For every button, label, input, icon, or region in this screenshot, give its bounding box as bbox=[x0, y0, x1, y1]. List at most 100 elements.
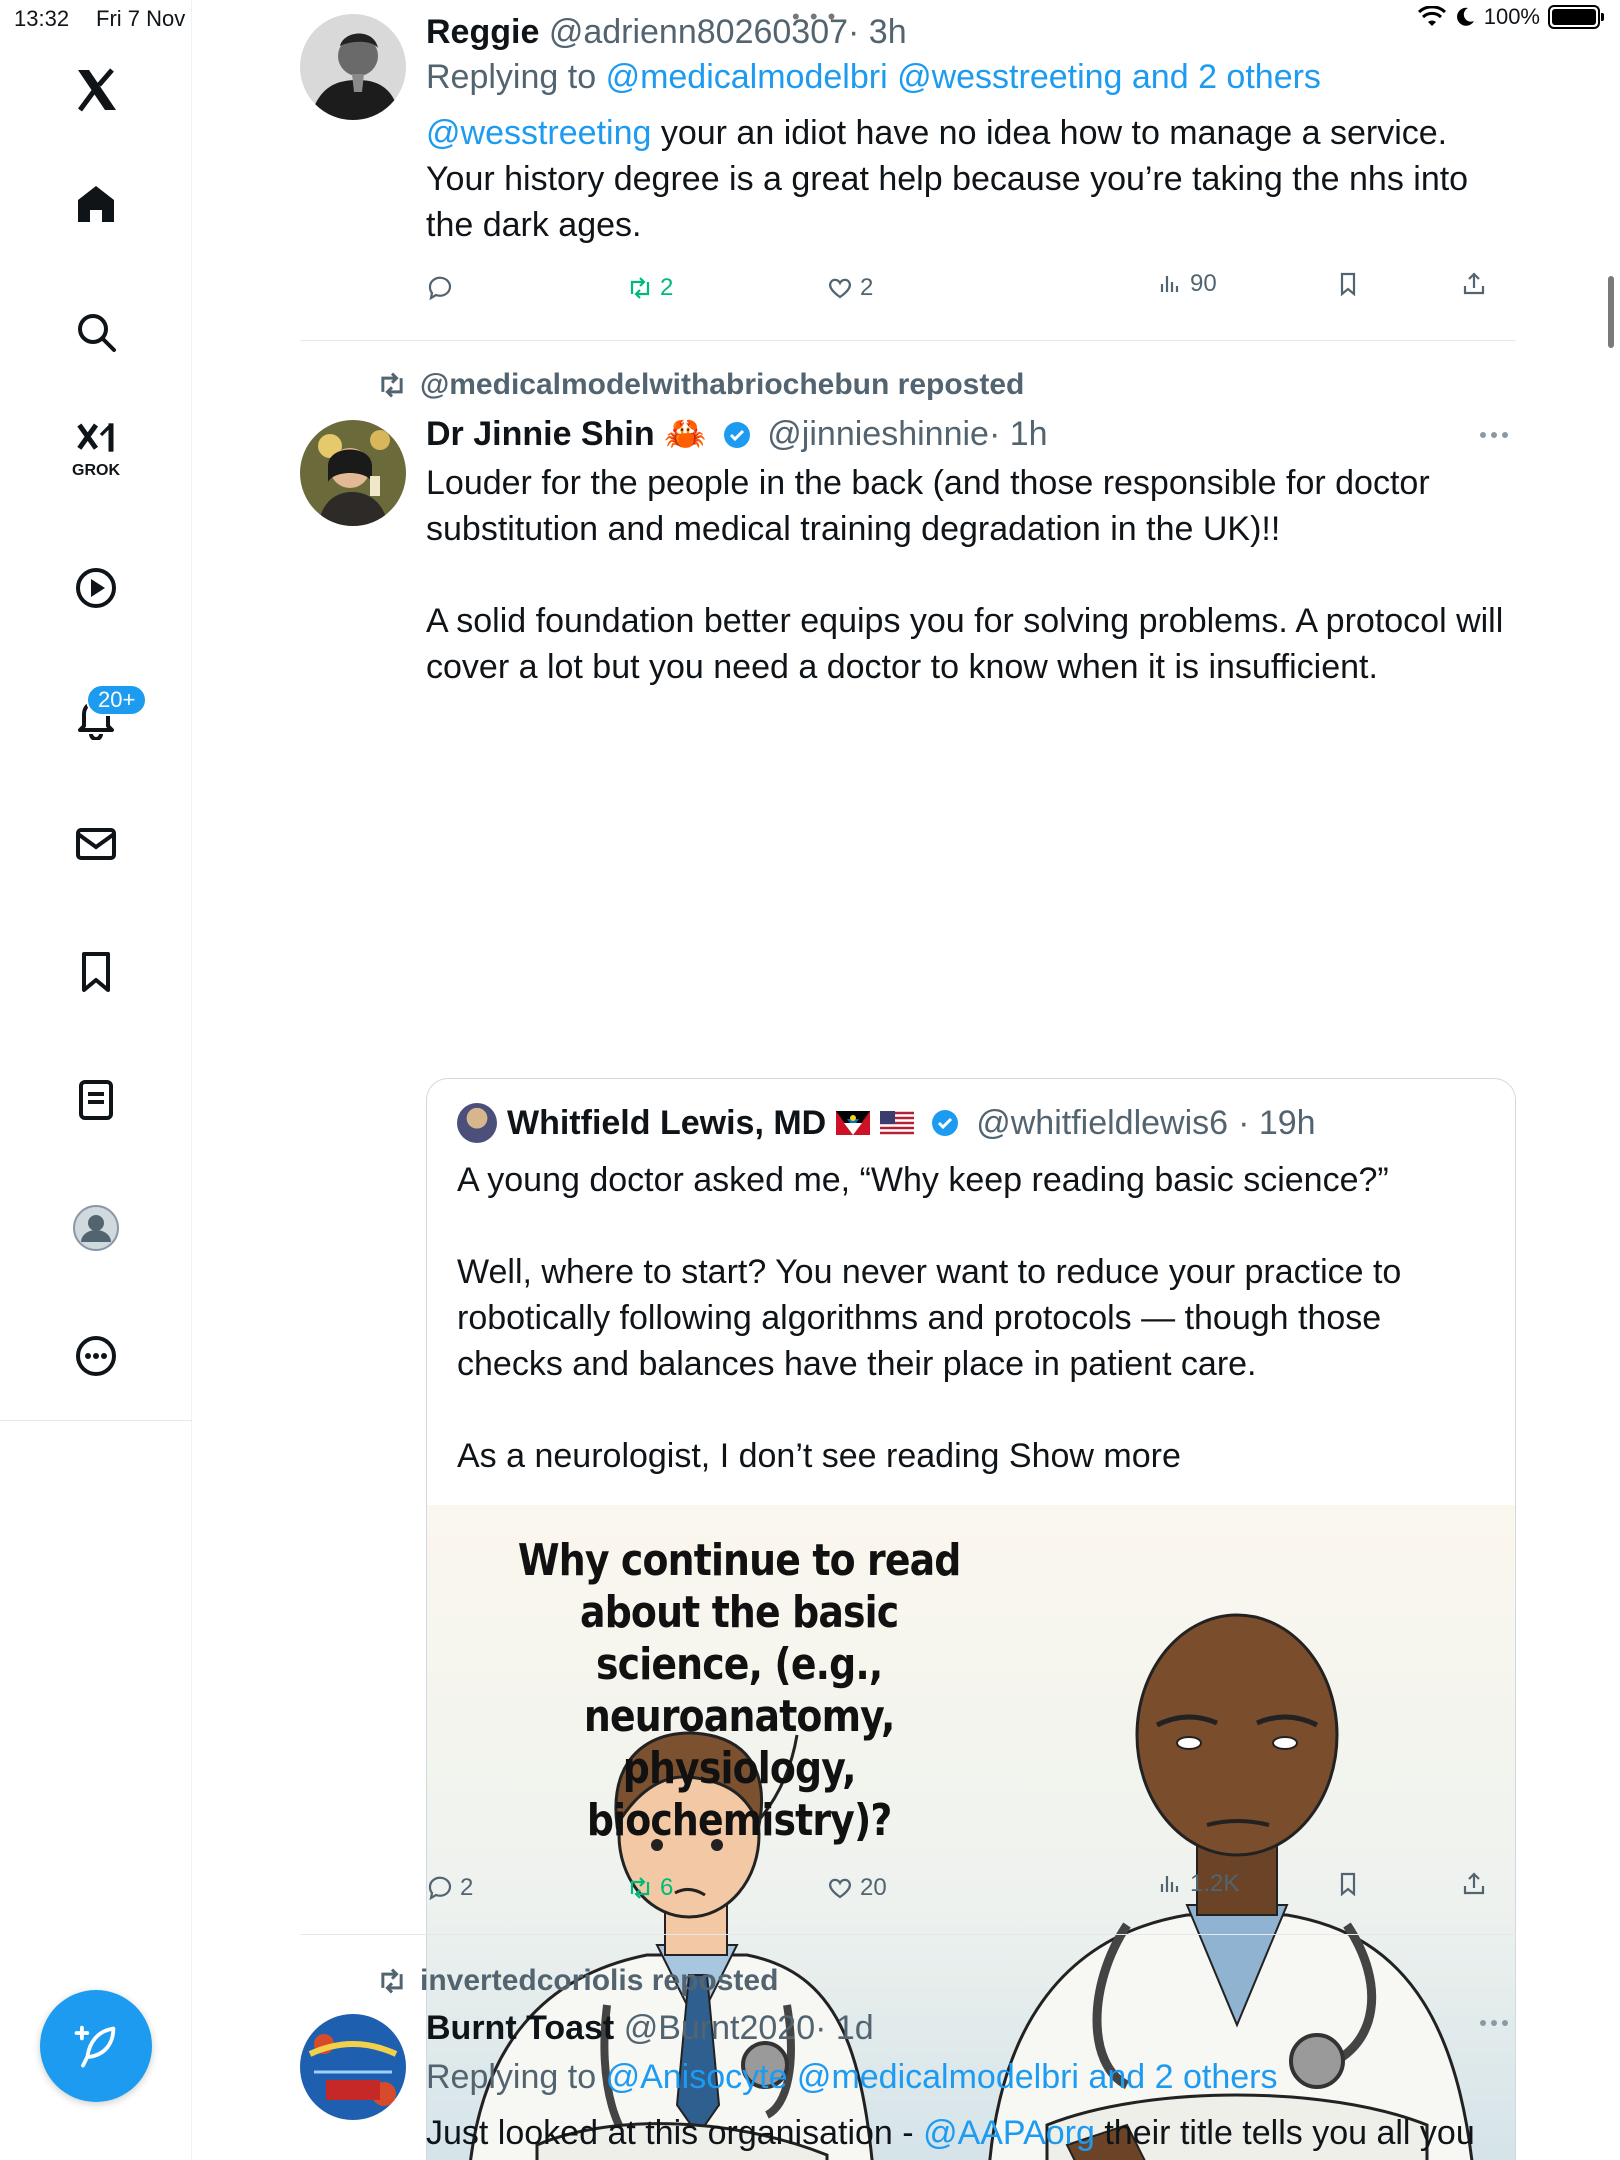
author-name[interactable]: Dr Jinnie Shin bbox=[426, 415, 655, 453]
grok-label: GROK bbox=[72, 462, 120, 479]
reply-icon bbox=[428, 276, 452, 301]
author-name[interactable]: Reggie bbox=[426, 13, 539, 51]
scrollbar[interactable] bbox=[1608, 276, 1614, 348]
share-button[interactable] bbox=[1460, 1870, 1488, 1898]
home-icon[interactable] bbox=[60, 168, 132, 240]
avatar[interactable] bbox=[300, 14, 406, 120]
tweet-text-body: Just looked at this organisation - bbox=[426, 2114, 924, 2152]
heart-icon bbox=[829, 278, 851, 299]
reposted-by-label[interactable]: @medicalmodelwithabriochebun reposted bbox=[420, 368, 1024, 402]
like-count: 2 bbox=[860, 274, 874, 301]
tweet-actions: 2 6 20 1.2K bbox=[426, 1870, 1516, 1914]
views-icon bbox=[1160, 276, 1179, 292]
bookmark-button[interactable] bbox=[1334, 270, 1362, 298]
tweet-time[interactable]: · 3h bbox=[848, 13, 907, 51]
quoted-author-name[interactable]: Whitfield Lewis, MD bbox=[507, 1101, 826, 1145]
tweet-text: Just looked at this organisation - @AAPA… bbox=[426, 2110, 1516, 2156]
quoted-paragraph-text: As a neurologist, I don’t see reading bbox=[457, 1437, 1009, 1475]
usa-flag-icon bbox=[880, 1111, 915, 1135]
quoted-paragraph-last: As a neurologist, I don’t see reading Sh… bbox=[457, 1433, 1487, 1479]
reply-button[interactable]: 2 bbox=[426, 1874, 473, 1902]
repost-count: 6 bbox=[660, 1874, 674, 1901]
mention-link[interactable]: @wesstreeting bbox=[426, 114, 651, 152]
replying-to-label: Replying to bbox=[426, 58, 597, 96]
author-handle[interactable]: @adrienn80260307 bbox=[549, 13, 848, 51]
compose-icon bbox=[74, 2025, 116, 2068]
mail-icon[interactable] bbox=[60, 808, 132, 880]
battery-icon bbox=[1548, 5, 1604, 29]
bookmark-icon bbox=[1340, 272, 1356, 297]
repost-button[interactable]: 6 bbox=[626, 1874, 673, 1902]
more-icon[interactable] bbox=[60, 1320, 132, 1392]
avatar[interactable] bbox=[457, 1103, 497, 1143]
views-count: 1.2K bbox=[1190, 1870, 1240, 1897]
verified-badge-icon bbox=[932, 1110, 959, 1136]
tweet-text: Louder for the people in the back (and t… bbox=[426, 460, 1516, 690]
crab-emoji: 🦀 bbox=[664, 415, 707, 453]
quoted-author-handle[interactable]: @whitfieldlewis6 bbox=[976, 1101, 1228, 1145]
search-icon[interactable] bbox=[60, 296, 132, 368]
views-button[interactable]: 1.2K bbox=[1156, 1870, 1239, 1898]
tweet-separator bbox=[300, 340, 1516, 341]
reply-targets-link[interactable]: @medicalmodelbri @wesstreeting and 2 oth… bbox=[606, 58, 1321, 96]
compose-button[interactable] bbox=[40, 1990, 152, 2102]
reply-button[interactable] bbox=[426, 274, 460, 302]
repost-icon bbox=[381, 1968, 403, 1994]
mention-link[interactable]: @AAPAorg bbox=[923, 2114, 1095, 2152]
replying-to-label: Replying to bbox=[426, 2058, 597, 2096]
avatar[interactable] bbox=[300, 2014, 406, 2120]
tweet-actions: 2 2 90 bbox=[426, 270, 1516, 314]
quoted-tweet-time[interactable]: · 19h bbox=[1238, 1101, 1316, 1145]
reply-context: Replying to @Anisocyte @medicalmodelbri … bbox=[426, 2054, 1516, 2100]
reply-targets-link[interactable]: @Anisocyte @medicalmodelbri and 2 others bbox=[606, 2058, 1278, 2096]
play-icon[interactable] bbox=[60, 552, 132, 624]
heart-icon bbox=[829, 1878, 851, 1899]
quoted-paragraph: Well, where to start? You never want to … bbox=[457, 1253, 1402, 1383]
quoted-tweet-header: Whitfield Lewis, MD @whitfieldlewis6 · 19… bbox=[457, 1101, 1316, 1145]
tweet-header: Dr Jinnie Shin 🦀 @jinnieshinnie· 1h bbox=[426, 412, 1516, 456]
share-icon bbox=[1463, 1872, 1485, 1895]
quoted-tweet-text: A young doctor asked me, “Why keep readi… bbox=[457, 1157, 1487, 1479]
author-handle[interactable]: @jinnieshinnie bbox=[767, 415, 989, 453]
views-icon bbox=[1160, 1876, 1179, 1892]
bookmark-icon bbox=[1340, 1872, 1356, 1897]
repost-icon bbox=[630, 1877, 650, 1899]
tweet-text-body: their title tells you all you bbox=[1094, 2114, 1475, 2152]
repost-context: invertedcoriolis reposted bbox=[376, 1964, 778, 1998]
profile-icon[interactable] bbox=[60, 1192, 132, 1264]
x-logo-icon[interactable] bbox=[60, 54, 132, 126]
like-button[interactable]: 20 bbox=[826, 1874, 887, 1902]
grok-icon[interactable]: GROK bbox=[60, 414, 132, 486]
reply-context: Replying to @medicalmodelbri @wesstreeti… bbox=[426, 54, 1516, 100]
views-button[interactable]: 90 bbox=[1156, 270, 1217, 298]
quoted-paragraph: A young doctor asked me, “Why keep readi… bbox=[457, 1161, 1389, 1199]
share-icon bbox=[1463, 272, 1485, 295]
tweet-paragraph: A solid foundation better equips you for… bbox=[426, 602, 1504, 686]
bookmark-icon[interactable] bbox=[60, 936, 132, 1008]
repost-button[interactable]: 2 bbox=[626, 274, 673, 302]
tweet-text: @wesstreeting your an idiot have no idea… bbox=[426, 110, 1516, 248]
image-caption: Why continue to read about the basic sci… bbox=[517, 1535, 962, 1846]
author-name[interactable]: Burnt Toast bbox=[426, 2009, 614, 2047]
tweet-header: Reggie @adrienn80260307· 3h bbox=[426, 10, 1516, 54]
tweet-time[interactable]: · 1d bbox=[815, 2009, 874, 2047]
list-icon[interactable] bbox=[60, 1064, 132, 1136]
avatar[interactable] bbox=[300, 420, 406, 526]
reply-count: 2 bbox=[460, 1874, 474, 1901]
bookmark-button[interactable] bbox=[1334, 1870, 1362, 1898]
author-handle[interactable]: @Burnt2020 bbox=[624, 2009, 815, 2047]
repost-icon bbox=[630, 277, 650, 299]
tweet-header: Burnt Toast @Burnt2020· 1d bbox=[426, 2006, 1516, 2050]
verified-badge-icon bbox=[723, 422, 750, 448]
share-button[interactable] bbox=[1460, 270, 1488, 298]
antigua-flag-icon bbox=[836, 1111, 871, 1135]
show-more-link[interactable]: Show more bbox=[1009, 1437, 1181, 1475]
side-nav: GROK 20+ bbox=[0, 0, 192, 2160]
like-button[interactable]: 2 bbox=[826, 274, 873, 302]
tweet-time[interactable]: · 1h bbox=[989, 415, 1048, 453]
rail-divider bbox=[0, 1420, 192, 1421]
views-count: 90 bbox=[1190, 270, 1217, 297]
repost-count: 2 bbox=[660, 274, 674, 301]
notifications-badge: 20+ bbox=[86, 684, 148, 716]
reposted-by-label[interactable]: invertedcoriolis reposted bbox=[420, 1964, 778, 1998]
